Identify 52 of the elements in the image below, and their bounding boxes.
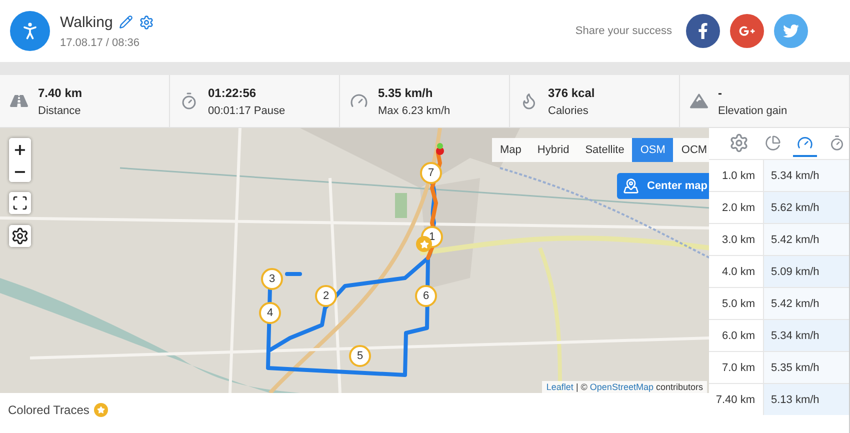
flame-icon [520, 92, 538, 110]
speed-cell: 5.09 km/h [764, 256, 849, 287]
speed-cell: 5.13 km/h [764, 384, 849, 415]
googleplus-logo-icon [739, 23, 755, 39]
colored-traces-label: Colored Traces [8, 403, 90, 417]
speedometer-icon [350, 92, 368, 110]
stopwatch-icon [829, 134, 845, 150]
stat-label: Max 6.23 km/h [378, 104, 450, 116]
map-layer-tab[interactable]: Map [492, 138, 530, 162]
stat-value: 376 kcal [548, 86, 595, 100]
share-label: Share your success [575, 25, 672, 37]
mountain-icon [690, 92, 708, 110]
speed-cell: 5.42 km/h [764, 288, 849, 319]
fullscreen-button[interactable] [9, 192, 31, 214]
center-map-button[interactable]: Center map [617, 173, 709, 199]
leaflet-link[interactable]: Leaflet [546, 382, 574, 392]
road-icon [10, 92, 28, 110]
stat-value: 01:22:56 [208, 86, 258, 100]
map-attribution: Leaflet | © OpenStreetMap contributors [542, 381, 707, 393]
settings-button[interactable] [9, 225, 31, 247]
speed-cell: 5.35 km/h [764, 352, 849, 383]
stat-label: Distance [38, 104, 82, 116]
map-pin-icon [623, 178, 639, 194]
pie-chart-icon [765, 134, 781, 150]
speedometer-icon [797, 134, 813, 150]
map-layer-tab[interactable]: Satellite [577, 138, 632, 162]
stat-label: Elevation gain [718, 104, 788, 116]
map-layer-tab[interactable]: Hybrid [529, 138, 578, 162]
settings-icon [729, 132, 749, 152]
openstreetmap-link[interactable]: OpenStreetMap [590, 382, 654, 392]
stopwatch-icon [180, 92, 198, 110]
activity-title: Walking [60, 14, 113, 30]
googleplus-share-button[interactable] [730, 14, 764, 48]
stat-value: 5.35 km/h [378, 86, 434, 100]
activity-datetime: 17.08.17 / 08:36 [60, 36, 141, 48]
stat-value: - [718, 86, 723, 100]
map-layer-tab[interactable]: OCM [673, 138, 709, 162]
edit-icon[interactable] [118, 15, 133, 29]
stat-value: 7.40 km [38, 86, 82, 100]
stat-label: Calories [548, 104, 590, 116]
speed-cell: 5.42 km/h [764, 224, 849, 255]
speed-cell: 5.62 km/h [764, 192, 849, 223]
zoom-in-button[interactable]: + [9, 138, 31, 160]
speed-cell: 5.34 km/h [764, 320, 849, 351]
map-layer-tab[interactable]: OSM [632, 138, 674, 162]
twitter-logo-icon [783, 23, 799, 39]
settings-icon[interactable] [138, 14, 154, 30]
zoom-out-button[interactable]: − [9, 160, 31, 182]
stat-label: 00:01:17 Pause [208, 104, 286, 116]
speed-cell: 5.34 km/h [764, 160, 849, 191]
twitter-share-button[interactable] [774, 14, 808, 48]
facebook-share-button[interactable] [686, 14, 720, 48]
